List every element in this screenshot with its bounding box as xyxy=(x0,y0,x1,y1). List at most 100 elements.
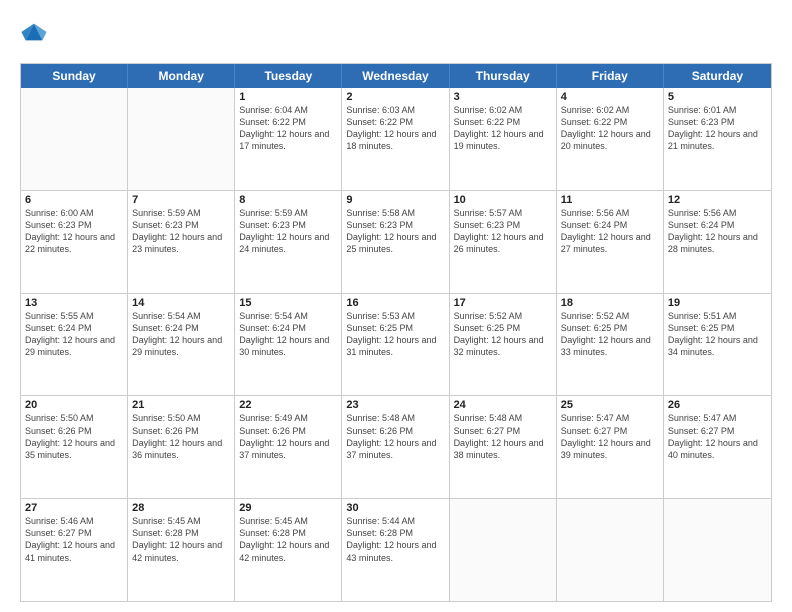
cell-info: Sunrise: 6:01 AM Sunset: 6:23 PM Dayligh… xyxy=(668,104,767,153)
day-number: 7 xyxy=(132,194,230,206)
day-number: 11 xyxy=(561,194,659,206)
cell-info: Sunrise: 5:47 AM Sunset: 6:27 PM Dayligh… xyxy=(561,412,659,461)
day-number: 2 xyxy=(346,91,444,103)
calendar-cell: 21Sunrise: 5:50 AM Sunset: 6:26 PM Dayli… xyxy=(128,396,235,498)
calendar-cell: 26Sunrise: 5:47 AM Sunset: 6:27 PM Dayli… xyxy=(664,396,771,498)
calendar-cell: 18Sunrise: 5:52 AM Sunset: 6:25 PM Dayli… xyxy=(557,294,664,396)
cell-info: Sunrise: 6:03 AM Sunset: 6:22 PM Dayligh… xyxy=(346,104,444,153)
cell-info: Sunrise: 5:48 AM Sunset: 6:27 PM Dayligh… xyxy=(454,412,552,461)
day-number: 9 xyxy=(346,194,444,206)
cell-info: Sunrise: 5:59 AM Sunset: 6:23 PM Dayligh… xyxy=(239,207,337,256)
calendar-cell: 1Sunrise: 6:04 AM Sunset: 6:22 PM Daylig… xyxy=(235,88,342,190)
calendar-cell xyxy=(21,88,128,190)
day-number: 17 xyxy=(454,297,552,309)
calendar-week-1: 1Sunrise: 6:04 AM Sunset: 6:22 PM Daylig… xyxy=(21,88,771,191)
logo-icon xyxy=(20,18,48,46)
day-number: 28 xyxy=(132,502,230,514)
day-number: 8 xyxy=(239,194,337,206)
cell-info: Sunrise: 5:58 AM Sunset: 6:23 PM Dayligh… xyxy=(346,207,444,256)
calendar-body: 1Sunrise: 6:04 AM Sunset: 6:22 PM Daylig… xyxy=(21,88,771,601)
day-number: 16 xyxy=(346,297,444,309)
calendar-cell: 3Sunrise: 6:02 AM Sunset: 6:22 PM Daylig… xyxy=(450,88,557,190)
day-number: 5 xyxy=(668,91,767,103)
calendar-cell: 11Sunrise: 5:56 AM Sunset: 6:24 PM Dayli… xyxy=(557,191,664,293)
cell-info: Sunrise: 6:02 AM Sunset: 6:22 PM Dayligh… xyxy=(454,104,552,153)
day-number: 19 xyxy=(668,297,767,309)
calendar-cell: 6Sunrise: 6:00 AM Sunset: 6:23 PM Daylig… xyxy=(21,191,128,293)
calendar-cell: 16Sunrise: 5:53 AM Sunset: 6:25 PM Dayli… xyxy=(342,294,449,396)
calendar-cell: 19Sunrise: 5:51 AM Sunset: 6:25 PM Dayli… xyxy=(664,294,771,396)
cell-info: Sunrise: 6:04 AM Sunset: 6:22 PM Dayligh… xyxy=(239,104,337,153)
day-number: 26 xyxy=(668,399,767,411)
calendar-cell xyxy=(664,499,771,601)
logo xyxy=(20,18,48,53)
cell-info: Sunrise: 5:59 AM Sunset: 6:23 PM Dayligh… xyxy=(132,207,230,256)
cell-info: Sunrise: 5:44 AM Sunset: 6:28 PM Dayligh… xyxy=(346,515,444,564)
calendar-cell: 25Sunrise: 5:47 AM Sunset: 6:27 PM Dayli… xyxy=(557,396,664,498)
cell-info: Sunrise: 5:45 AM Sunset: 6:28 PM Dayligh… xyxy=(239,515,337,564)
day-number: 3 xyxy=(454,91,552,103)
cell-info: Sunrise: 5:55 AM Sunset: 6:24 PM Dayligh… xyxy=(25,310,123,359)
day-number: 24 xyxy=(454,399,552,411)
cell-info: Sunrise: 5:50 AM Sunset: 6:26 PM Dayligh… xyxy=(25,412,123,461)
calendar-week-5: 27Sunrise: 5:46 AM Sunset: 6:27 PM Dayli… xyxy=(21,499,771,601)
calendar-cell xyxy=(450,499,557,601)
day-number: 13 xyxy=(25,297,123,309)
calendar-cell: 12Sunrise: 5:56 AM Sunset: 6:24 PM Dayli… xyxy=(664,191,771,293)
day-number: 1 xyxy=(239,91,337,103)
day-number: 25 xyxy=(561,399,659,411)
day-number: 10 xyxy=(454,194,552,206)
calendar-cell: 10Sunrise: 5:57 AM Sunset: 6:23 PM Dayli… xyxy=(450,191,557,293)
calendar-cell: 24Sunrise: 5:48 AM Sunset: 6:27 PM Dayli… xyxy=(450,396,557,498)
cell-info: Sunrise: 5:46 AM Sunset: 6:27 PM Dayligh… xyxy=(25,515,123,564)
day-header-sunday: Sunday xyxy=(21,64,128,88)
day-number: 27 xyxy=(25,502,123,514)
calendar-week-4: 20Sunrise: 5:50 AM Sunset: 6:26 PM Dayli… xyxy=(21,396,771,499)
calendar-cell: 5Sunrise: 6:01 AM Sunset: 6:23 PM Daylig… xyxy=(664,88,771,190)
cell-info: Sunrise: 5:54 AM Sunset: 6:24 PM Dayligh… xyxy=(239,310,337,359)
calendar-cell: 23Sunrise: 5:48 AM Sunset: 6:26 PM Dayli… xyxy=(342,396,449,498)
calendar-cell: 22Sunrise: 5:49 AM Sunset: 6:26 PM Dayli… xyxy=(235,396,342,498)
calendar-cell: 15Sunrise: 5:54 AM Sunset: 6:24 PM Dayli… xyxy=(235,294,342,396)
cell-info: Sunrise: 5:57 AM Sunset: 6:23 PM Dayligh… xyxy=(454,207,552,256)
cell-info: Sunrise: 5:52 AM Sunset: 6:25 PM Dayligh… xyxy=(561,310,659,359)
header xyxy=(20,18,772,53)
day-number: 4 xyxy=(561,91,659,103)
day-number: 22 xyxy=(239,399,337,411)
cell-info: Sunrise: 6:00 AM Sunset: 6:23 PM Dayligh… xyxy=(25,207,123,256)
day-number: 23 xyxy=(346,399,444,411)
calendar-cell: 17Sunrise: 5:52 AM Sunset: 6:25 PM Dayli… xyxy=(450,294,557,396)
calendar-cell: 14Sunrise: 5:54 AM Sunset: 6:24 PM Dayli… xyxy=(128,294,235,396)
calendar-week-2: 6Sunrise: 6:00 AM Sunset: 6:23 PM Daylig… xyxy=(21,191,771,294)
day-header-tuesday: Tuesday xyxy=(235,64,342,88)
calendar-cell: 28Sunrise: 5:45 AM Sunset: 6:28 PM Dayli… xyxy=(128,499,235,601)
calendar: SundayMondayTuesdayWednesdayThursdayFrid… xyxy=(20,63,772,602)
day-number: 30 xyxy=(346,502,444,514)
cell-info: Sunrise: 5:50 AM Sunset: 6:26 PM Dayligh… xyxy=(132,412,230,461)
day-header-thursday: Thursday xyxy=(450,64,557,88)
cell-info: Sunrise: 5:47 AM Sunset: 6:27 PM Dayligh… xyxy=(668,412,767,461)
day-header-saturday: Saturday xyxy=(664,64,771,88)
cell-info: Sunrise: 5:45 AM Sunset: 6:28 PM Dayligh… xyxy=(132,515,230,564)
day-number: 12 xyxy=(668,194,767,206)
cell-info: Sunrise: 5:53 AM Sunset: 6:25 PM Dayligh… xyxy=(346,310,444,359)
calendar-header-row: SundayMondayTuesdayWednesdayThursdayFrid… xyxy=(21,64,771,88)
cell-info: Sunrise: 5:49 AM Sunset: 6:26 PM Dayligh… xyxy=(239,412,337,461)
day-number: 15 xyxy=(239,297,337,309)
calendar-cell: 20Sunrise: 5:50 AM Sunset: 6:26 PM Dayli… xyxy=(21,396,128,498)
calendar-cell: 9Sunrise: 5:58 AM Sunset: 6:23 PM Daylig… xyxy=(342,191,449,293)
calendar-week-3: 13Sunrise: 5:55 AM Sunset: 6:24 PM Dayli… xyxy=(21,294,771,397)
calendar-cell xyxy=(557,499,664,601)
page: SundayMondayTuesdayWednesdayThursdayFrid… xyxy=(0,0,792,612)
day-header-friday: Friday xyxy=(557,64,664,88)
calendar-cell: 27Sunrise: 5:46 AM Sunset: 6:27 PM Dayli… xyxy=(21,499,128,601)
day-number: 29 xyxy=(239,502,337,514)
calendar-cell: 13Sunrise: 5:55 AM Sunset: 6:24 PM Dayli… xyxy=(21,294,128,396)
day-header-monday: Monday xyxy=(128,64,235,88)
cell-info: Sunrise: 5:56 AM Sunset: 6:24 PM Dayligh… xyxy=(561,207,659,256)
calendar-cell: 30Sunrise: 5:44 AM Sunset: 6:28 PM Dayli… xyxy=(342,499,449,601)
calendar-cell: 7Sunrise: 5:59 AM Sunset: 6:23 PM Daylig… xyxy=(128,191,235,293)
day-number: 6 xyxy=(25,194,123,206)
cell-info: Sunrise: 5:48 AM Sunset: 6:26 PM Dayligh… xyxy=(346,412,444,461)
calendar-cell: 4Sunrise: 6:02 AM Sunset: 6:22 PM Daylig… xyxy=(557,88,664,190)
